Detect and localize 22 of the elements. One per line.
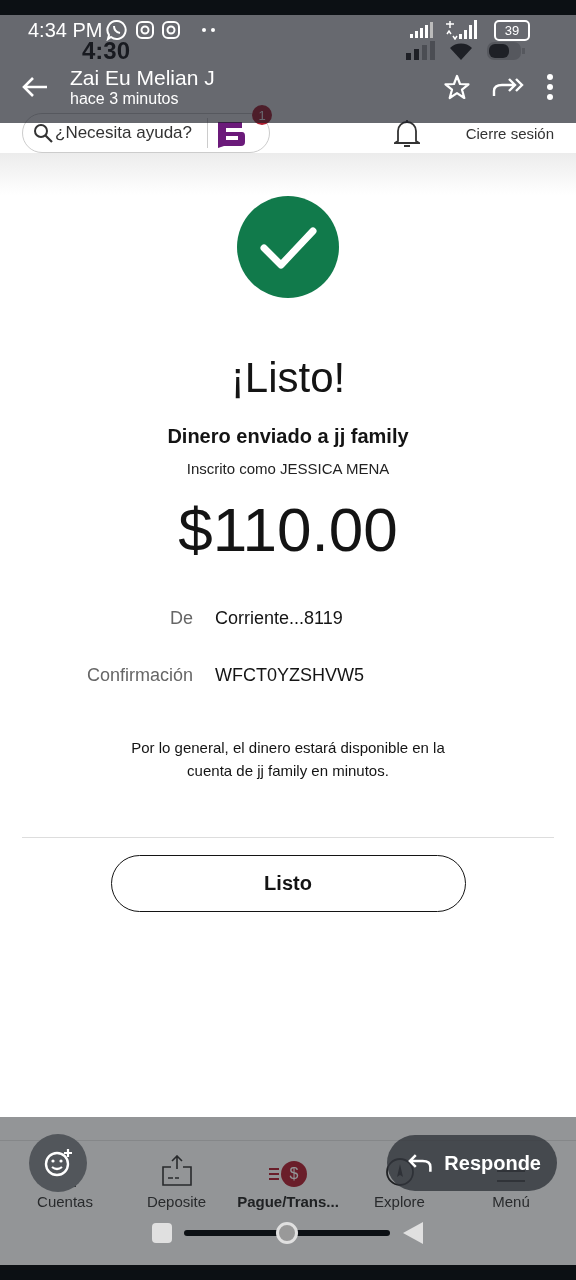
- enrolled-name: Inscrito como JESSICA MENA: [186, 460, 390, 478]
- nav-tab[interactable]: Explore: [374, 1193, 425, 1210]
- nav-tab[interactable]: Menú: [492, 1193, 530, 1210]
- detail-value: WFCT0YZSHVW5: [215, 664, 365, 686]
- battery-icon: 39: [494, 19, 530, 41]
- nav-tab[interactable]: Deposite: [146, 1193, 207, 1210]
- recipient-heading: Dinero enviado a jj family: [167, 425, 409, 449]
- amount: $110.00: [178, 494, 398, 567]
- sender-name: Zai Eu Melian J: [70, 66, 215, 90]
- logout-link[interactable]: Cierre sesión: [465, 124, 554, 142]
- nav-tab[interactable]: Cuentas: [37, 1193, 93, 1210]
- message-time: hace 3 minutos: [70, 90, 179, 108]
- availability-note: Por lo general, el dinero estará disponible en la cuenta de jj family en minutos.: [130, 737, 446, 781]
- notification-badge: 1: [252, 105, 272, 125]
- detail-value: Corriente...8119: [215, 607, 344, 629]
- detail-label: De: [169, 607, 193, 629]
- detail-label: Confirmación: [85, 664, 193, 686]
- done-button[interactable]: Listo: [110, 854, 466, 912]
- search-input[interactable]: ¿Necesita ayuda?: [53, 123, 203, 143]
- reply-button[interactable]: Responde: [387, 1135, 557, 1191]
- success-title: ¡Listo!: [230, 353, 346, 403]
- nav-tab[interactable]: Pague/Trans...: [237, 1193, 339, 1210]
